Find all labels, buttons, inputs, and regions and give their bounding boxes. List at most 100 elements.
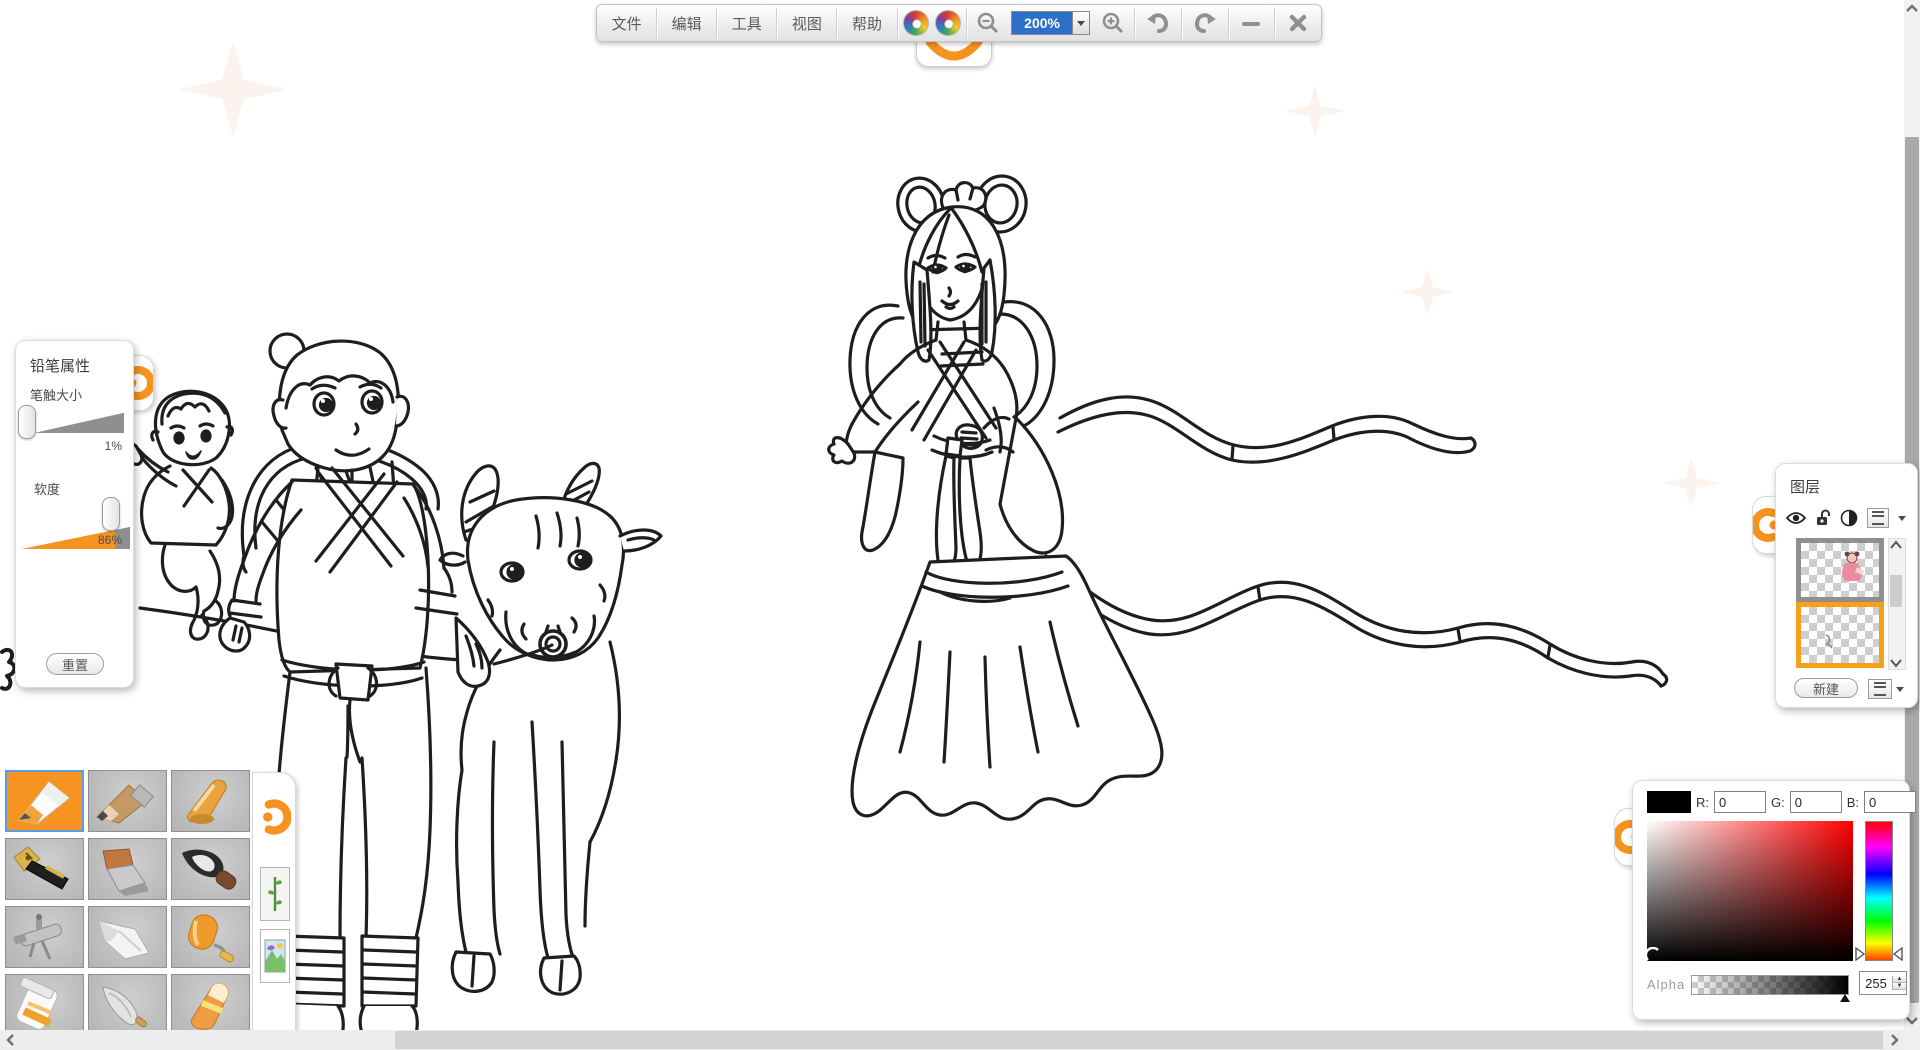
g-input[interactable] [1790, 791, 1842, 813]
bamboo-icon [266, 873, 284, 915]
minimize-button[interactable] [1228, 5, 1274, 41]
layers-scrollbar[interactable] [1888, 538, 1906, 670]
mascot-right-eye-icon [935, 10, 961, 36]
menu-help[interactable]: 帮助 [837, 5, 896, 41]
layer-menu-button[interactable] [1867, 508, 1889, 528]
scroll-up-button[interactable] [1904, 0, 1920, 16]
alpha-value: 255 [1860, 976, 1892, 991]
tool-ink-brush[interactable] [171, 838, 250, 900]
alpha-marker [1840, 994, 1850, 1002]
chevron-down-icon[interactable] [1896, 687, 1904, 692]
menu-view[interactable]: 视图 [777, 5, 836, 41]
alpha-slider[interactable] [1691, 975, 1849, 995]
menu-edit[interactable]: 编辑 [657, 5, 716, 41]
redo-icon [1192, 11, 1218, 35]
undo-icon [1145, 11, 1171, 35]
new-layer-button[interactable]: 新建 [1794, 678, 1858, 698]
hue-slider[interactable] [1865, 821, 1893, 961]
list-icon [1874, 682, 1886, 696]
spin-down-icon[interactable]: ▼ [1893, 983, 1906, 990]
layer-visibility-eye-icon[interactable] [1786, 511, 1806, 525]
tool-crayon[interactable] [171, 770, 250, 832]
eraser-tool-icon [172, 975, 247, 1033]
tool-fountain-pen[interactable] [5, 838, 84, 900]
scrollbar-corner [1904, 1030, 1920, 1050]
zoom-dropdown-button[interactable] [1072, 11, 1090, 35]
palette-knife-tool-icon [89, 975, 164, 1033]
picture-category-button[interactable] [260, 929, 290, 983]
brush-size-slider[interactable] [34, 411, 124, 433]
fountain-pen-tool-icon [6, 839, 81, 897]
undo-button[interactable] [1135, 5, 1181, 41]
tool-paper-stump[interactable] [88, 906, 167, 968]
charcoal-pencil-tool-icon [89, 771, 164, 829]
layer-opacity-icon[interactable] [1840, 509, 1858, 527]
alpha-spinner[interactable]: 255 ▲ ▼ [1859, 971, 1907, 995]
list-icon [1872, 511, 1884, 525]
r-input[interactable] [1714, 791, 1766, 813]
tool-paint-roller[interactable] [171, 906, 250, 968]
paint-tube-tool-icon [6, 975, 81, 1033]
mascot-left-eye-icon [903, 10, 929, 36]
zoom-level-combo[interactable] [1009, 5, 1092, 41]
b-input[interactable] [1864, 791, 1916, 813]
pencil-panel-title: 铅笔属性 [30, 355, 90, 376]
tool-flat-brush[interactable] [88, 838, 167, 900]
softness-label: 软度 [34, 479, 60, 498]
layers-scrollbar-thumb[interactable] [1890, 575, 1902, 607]
tool-paint-tube[interactable] [5, 974, 84, 1036]
menu-file[interactable]: 文件 [597, 5, 656, 41]
redo-button[interactable] [1182, 5, 1228, 41]
alpha-label: Alpha [1647, 977, 1685, 992]
zoom-level-input[interactable] [1011, 11, 1072, 35]
scroll-down-icon[interactable] [1889, 658, 1903, 668]
layer-item-top[interactable] [1796, 538, 1884, 602]
spin-up-icon[interactable]: ▲ [1893, 976, 1906, 983]
pencil-properties-panel: 铅笔属性 笔触大小 1% 软度 86% 重置 [15, 340, 134, 688]
tool-pencil[interactable] [5, 770, 84, 832]
tool-airbrush[interactable] [5, 906, 84, 968]
landscape-thumbnail-icon [264, 934, 286, 978]
crayon-tool-icon [172, 771, 247, 829]
tool-palette-handle-icon[interactable] [257, 789, 291, 845]
softness-value: 86% [78, 533, 122, 547]
horizontal-scrollbar[interactable] [0, 1030, 1904, 1050]
menu-tools[interactable]: 工具 [717, 5, 776, 41]
paper-stump-tool-icon [89, 907, 164, 965]
layer-item-bottom-selected[interactable] [1796, 602, 1884, 668]
layer-thumbnail-sketch-mark [1823, 633, 1835, 649]
zoom-out-button[interactable] [967, 5, 1009, 41]
brush-size-value: 1% [82, 439, 122, 453]
chevron-down-icon [1077, 21, 1085, 26]
stamp-category-button[interactable] [260, 867, 290, 921]
reset-button[interactable]: 重置 [46, 653, 104, 675]
close-icon [1288, 13, 1308, 33]
zoom-in-button[interactable] [1092, 5, 1134, 41]
tool-palette-knife[interactable] [88, 974, 167, 1036]
scroll-right-button[interactable] [1886, 1030, 1902, 1050]
hue-marker-right[interactable] [1893, 947, 1903, 961]
scroll-up-icon[interactable] [1889, 540, 1903, 550]
tool-eraser[interactable] [171, 974, 250, 1036]
layers-panel-title: 图层 [1790, 476, 1820, 497]
saturation-value-field[interactable] [1647, 821, 1853, 961]
layer-thumbnail-figure [1839, 551, 1865, 587]
layer-lock-icon[interactable] [1815, 509, 1831, 527]
ink-brush-tool-icon [172, 839, 247, 897]
close-button[interactable] [1275, 5, 1321, 41]
current-color-swatch[interactable] [1647, 791, 1691, 813]
sv-cursor [1645, 947, 1661, 963]
paint-roller-tool-icon [172, 907, 247, 965]
brush-size-slider-thumb[interactable] [18, 405, 36, 439]
softness-slider-thumb[interactable] [102, 497, 120, 531]
chevron-down-icon[interactable] [1898, 516, 1906, 521]
g-label: G: [1771, 795, 1785, 810]
airbrush-tool-icon [6, 907, 81, 965]
horizontal-scrollbar-thumb[interactable] [395, 1031, 1883, 1049]
mascot-face-button[interactable] [897, 5, 966, 41]
zoom-in-icon [1101, 11, 1125, 35]
tool-charcoal-pencil[interactable] [88, 770, 167, 832]
scroll-left-button[interactable] [2, 1030, 18, 1050]
layers-options-button[interactable] [1868, 679, 1892, 699]
hue-marker-left[interactable] [1855, 947, 1865, 961]
